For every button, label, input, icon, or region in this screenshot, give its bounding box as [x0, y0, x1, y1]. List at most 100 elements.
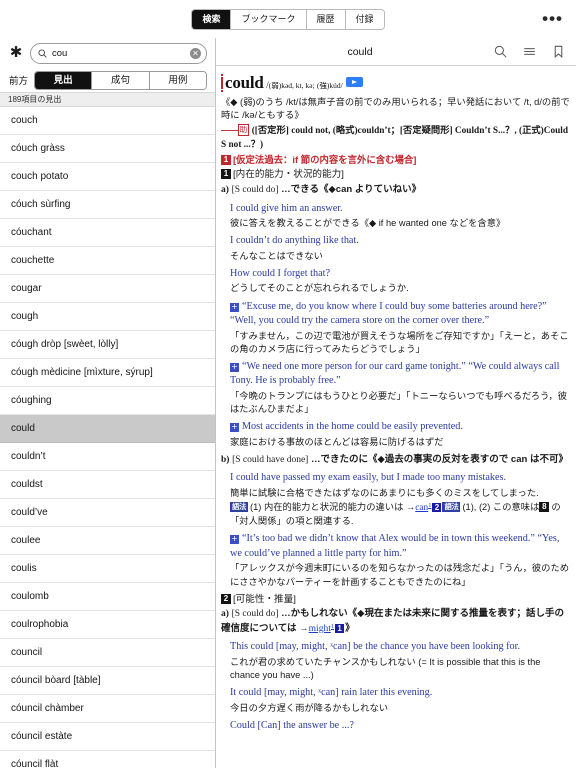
filter-tab-example[interactable]: 用例 [149, 71, 206, 89]
list-item[interactable]: couch [0, 107, 215, 135]
list-item[interactable]: couchette [0, 247, 215, 275]
list-item[interactable]: cóuch gràss [0, 135, 215, 163]
grammar-note-part1: (1) 内在的能力と状況的能力の違いは → [250, 502, 416, 513]
list-item-selected[interactable]: could [0, 415, 215, 443]
word-list[interactable]: couch cóuch gràss couch potato cóuch sùr… [0, 107, 215, 768]
sense-2a-label: a) [221, 609, 229, 620]
mode-tabs[interactable]: 検索 ブックマーク 履歴 付録 [191, 8, 385, 30]
list-item[interactable]: cóuncil estàte [0, 723, 215, 751]
list-item[interactable]: coulee [0, 527, 215, 555]
filter-tabs[interactable]: 見出 成句 用例 [34, 70, 207, 90]
example-expand-icon[interactable]: + [230, 362, 239, 372]
search-input[interactable]: cou ✕ [30, 42, 207, 64]
phon-strong-tag: (強) [316, 81, 330, 90]
tab-appendix[interactable]: 付録 [345, 9, 384, 29]
sense-2a-heading: a) [S could do] …かもしれない《◆現在または未来に関する推量を表… [221, 607, 572, 636]
list-item[interactable]: could’ve [0, 499, 215, 527]
list-item[interactable]: council [0, 639, 215, 667]
sense-2a-link-sup: 1 [330, 622, 335, 630]
example-expand-icon[interactable]: + [230, 535, 239, 545]
phon-weak-tag: (弱) [268, 81, 282, 90]
example-jp: これが君の求めていたチャンスかもしれない (= It is possible t… [230, 656, 541, 681]
subsection-1-heading: 1 [内在的能力・状況的能力] [221, 168, 572, 182]
sense-a-pattern: [S could do] [231, 185, 279, 196]
sense-2a-gloss-end: 》 [345, 622, 355, 634]
search-input-value: cou [52, 47, 68, 59]
example-en: I couldn’t do anything like that. [230, 235, 359, 247]
filter-tab-headword[interactable]: 見出 [35, 71, 93, 89]
example-jp: 「すみません，この辺で電池が買えそうな場所をご存知ですか」「えーと，あそこの角の… [230, 330, 569, 354]
headword-bar-icon [221, 74, 223, 92]
example-en: It could [may, might, ˣcan] rain later t… [230, 687, 433, 699]
list-item[interactable]: cóuchant [0, 219, 215, 247]
list-item[interactable]: couldst [0, 471, 215, 499]
section-2-heading: 2 [可能性・推量] [221, 593, 572, 607]
grammar-note: 語法 (1) 内在的能力と状況的能力の違いは →can1 2 語法 (1), (2) こ… [230, 501, 572, 528]
example-en-text: “We need one more person for our card ga… [230, 360, 560, 387]
subsection-number-badge: 1 [221, 169, 231, 180]
sense-2a-link-might[interactable]: might [309, 624, 331, 634]
list-item[interactable]: cougar [0, 275, 215, 303]
sense-2a-ref-num: 1 [335, 623, 345, 633]
example-expand-icon[interactable]: + [230, 302, 239, 312]
examples-2a: This could [may, might, ˣcan] be the cha… [221, 640, 572, 733]
search-icon[interactable] [494, 45, 507, 58]
sense-b-pattern: [S could have done] [232, 454, 309, 465]
menu-icon[interactable] [523, 45, 536, 58]
tab-search[interactable]: 検索 [192, 9, 232, 29]
sense-b-gloss: …できたのに《◆過去の事実の反対を表すので can は不可》 [310, 453, 568, 465]
example-en: This could [may, might, ˣcan] be the cha… [230, 641, 520, 653]
tab-bookmark[interactable]: ブックマーク [231, 9, 307, 29]
list-item[interactable]: coulis [0, 555, 215, 583]
grammar-ref-num-2: 8 [539, 502, 550, 513]
grammar-link-can[interactable]: can [415, 503, 428, 513]
grammar-ref-num: 2 [432, 503, 442, 513]
list-item[interactable]: cóuncil bòard [tàble] [0, 667, 215, 695]
example-en: I could have passed my exam easily, but … [230, 472, 507, 484]
list-item[interactable]: cough [0, 303, 215, 331]
search-row: ✱ cou ✕ [0, 38, 215, 68]
match-mode-label[interactable]: 前方 [9, 73, 28, 87]
subsection-1-title: [内在的能力・状況的能力] [233, 169, 344, 181]
list-item[interactable]: coulrophobia [0, 611, 215, 639]
grammar-tag-2: 語法 [442, 502, 461, 513]
entry-header: could [216, 38, 576, 66]
list-item[interactable]: coulomb [0, 583, 215, 611]
asterisk-icon[interactable]: ✱ [9, 45, 23, 60]
list-item[interactable]: couldn’t [0, 443, 215, 471]
example-jp: そんなことはできない [230, 250, 323, 261]
list-item[interactable]: cóuncil chàmber [0, 695, 215, 723]
tab-history[interactable]: 履歴 [306, 9, 346, 29]
sense-a-heading: a) [S could do] …できる《◆can よりていねい》 [221, 183, 572, 197]
grammar-link-sup: 1 [428, 502, 432, 510]
audio-play-icon[interactable] [345, 77, 363, 87]
sense-b-heading: b) [S could have done] …できたのに《◆過去の事実の反対を… [221, 453, 572, 467]
list-item[interactable]: cóuch sùrfing [0, 191, 215, 219]
search-icon [38, 48, 47, 58]
more-options-icon[interactable]: ••• [539, 10, 566, 27]
phon-weak: kəd, kt, kə; [281, 81, 315, 90]
list-item[interactable]: cóugh dròp [swèet, lòlly] [0, 331, 215, 359]
sense-2a-pattern: [S could do] [231, 609, 279, 620]
section-2-number-badge: 2 [221, 593, 231, 604]
example-en-cut-off: Could [Can] the answer be ...? [230, 719, 354, 731]
filter-tab-phrase[interactable]: 成句 [92, 71, 150, 89]
example-expand-icon[interactable]: + [230, 423, 239, 433]
bookmark-icon[interactable] [552, 45, 565, 58]
examples-b: I could have passed my exam easily, but … [221, 471, 572, 588]
pos-line-text: ([否定形] could not, (略式)couldn’t；[否定疑問形] C… [221, 125, 569, 150]
example-jp: どうしてそのことが忘れられるでしょうか. [230, 283, 409, 294]
grammar-note-part2: (1), (2) この意味は [462, 502, 540, 513]
list-item[interactable]: cóuncil flàt [0, 751, 215, 768]
clear-icon[interactable]: ✕ [190, 47, 201, 59]
list-item[interactable]: cóughing [0, 387, 215, 415]
pos-tag: 助 [237, 123, 250, 136]
example-jp: 「アレックスが今週末町にいるのを知らなかったのは残念だよ」「うん，彼のためにささ… [230, 563, 570, 587]
list-item[interactable]: couch potato [0, 163, 215, 191]
entry-pane: could could /(弱)kəd, kt, kə; (強)kúd/ 《◆ … [216, 38, 576, 768]
list-item[interactable]: cóugh mèdicine [mìxture, sýrup] [0, 359, 215, 387]
examples-a: I could give him an answer. 彼に答えを教えることがで… [221, 202, 572, 449]
entry-content[interactable]: could /(弱)kəd, kt, kə; (強)kúd/ 《◆ (弱)のうち… [216, 66, 576, 768]
example-en-text: “Excuse me, do you know where I could bu… [230, 300, 547, 327]
sense-a-gloss: …できる《◆can よりていねい》 [281, 184, 422, 196]
